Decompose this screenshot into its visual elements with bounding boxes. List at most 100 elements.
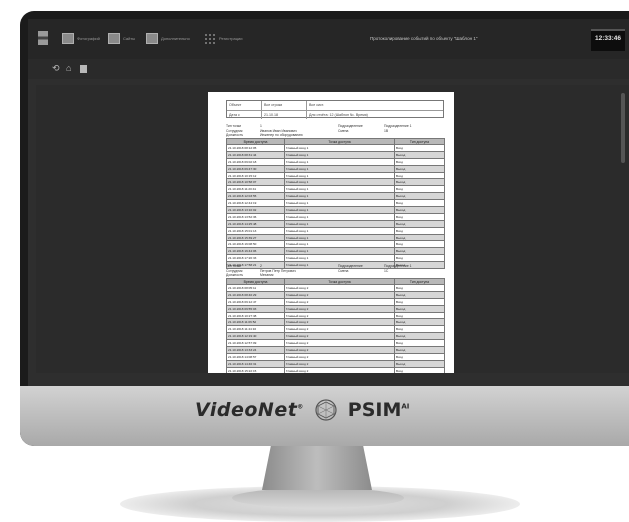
- table-cell: Главный вход 2: [284, 346, 395, 354]
- table-cell: Вход: [394, 212, 445, 221]
- monitor-base-top: [232, 488, 404, 508]
- table-cell: Главный вход 2: [284, 304, 395, 313]
- toolbar-button-label[interactable]: Фотографий: [77, 36, 100, 41]
- clock: 12:33:46: [591, 29, 625, 51]
- table-cell: Выход: [394, 346, 445, 354]
- info-label: Подразделение: [338, 264, 363, 268]
- table-row: 21.10.2018 09:02:18 Главный вход 1 Вход: [226, 157, 445, 166]
- table-cell: Главный вход 2: [284, 318, 395, 327]
- table-cell: 21.10.2018 08:12:05: [226, 144, 285, 152]
- table-row: 21.10.2018 08:40:29 Главный вход 2 Выход: [226, 290, 445, 299]
- table-row: 21.10.2018 10:15:12 Главный вход 1 Вход: [226, 171, 445, 180]
- table-cell: Вход: [394, 339, 445, 348]
- toolbar-button-label[interactable]: Дополнительно: [161, 36, 190, 41]
- table-cell: Главный вход 2: [284, 325, 395, 334]
- access-log-table: Время доступа Точка доступа Тип доступа 21…: [226, 278, 445, 373]
- table-cell: Вход: [394, 226, 445, 235]
- table-cell: Выход: [394, 192, 445, 201]
- table-row: 21.10.2018 08:12:05 Главный вход 1 Вход: [226, 144, 445, 152]
- table-cell: 21.10.2018 10:15:12: [226, 171, 285, 180]
- report-section-2: Тип точки 2 Подразделение Подразделение …: [226, 264, 445, 373]
- access-log-table: Время доступа Точка доступа Тип доступа 21…: [226, 138, 445, 270]
- table-cell: Вход: [394, 352, 445, 361]
- table-cell: 21.10.2018 12:44:19: [226, 199, 285, 208]
- table-cell: Главный вход 1: [284, 247, 395, 256]
- table-row: 21.10.2018 08:05:11 Главный вход 2 Вход: [226, 284, 445, 292]
- table-row: 21.10.2018 14:08:57 Главный вход 2 Вход: [226, 352, 445, 361]
- table-cell: 21.10.2018 09:12:47: [226, 297, 285, 306]
- toolbar-button-label[interactable]: Сайты: [123, 36, 135, 41]
- table-row: 21.10.2018 10:27:38 Главный вход 2 Вход: [226, 311, 445, 320]
- table-cell: 21.10.2018 09:47:30: [226, 164, 285, 173]
- header-cell: Все строки: [262, 101, 307, 110]
- table-cell: 21.10.2018 14:46:31: [226, 359, 285, 368]
- table-cell: 21.10.2018 11:20:41: [226, 185, 285, 194]
- table-cell: Вход: [394, 366, 445, 373]
- header-cell: Все сист.: [309, 103, 325, 108]
- top-toolbar: Фотографий Сайты Дополнительно Регистрац…: [28, 19, 629, 59]
- table-cell: 21.10.2018 15:01:13: [226, 226, 285, 235]
- table-cell: 21.10.2018 10:27:38: [226, 311, 285, 320]
- table-cell: Вход: [394, 185, 445, 194]
- info-value: Иванов Иван Иванович: [260, 128, 297, 133]
- table-cell: Выход: [394, 332, 445, 341]
- print-icon[interactable]: [108, 33, 120, 44]
- monitor-frame: Фотографий Сайты Дополнительно Регистрац…: [20, 11, 629, 446]
- table-row: 21.10.2018 09:47:30 Главный вход 1 Выход: [226, 164, 445, 173]
- grid-icon[interactable]: [204, 33, 216, 44]
- table-cell: Выход: [394, 219, 445, 228]
- table-row: 21.10.2018 12:19:40 Главный вход 2 Выход: [226, 332, 445, 341]
- table-row: 21.10.2018 17:20:33 Главный вход 1 Вход: [226, 254, 445, 263]
- table-row: 21.10.2018 11:44:16 Главный вход 2 Вход: [226, 325, 445, 334]
- table-cell: Главный вход 1: [284, 254, 395, 263]
- table-row: 21.10.2018 13:33:24 Главный вход 2 Выход: [226, 346, 445, 354]
- table-row: 21.10.2018 10:58:07 Главный вход 1 Выход: [226, 178, 445, 187]
- table-cell: Главный вход 1: [284, 233, 395, 242]
- table-cell: Выход: [394, 304, 445, 313]
- table-row: 21.10.2018 11:20:41 Главный вход 1 Вход: [226, 185, 445, 194]
- employee-info: Тип точки 1 Подразделение Подразделение …: [226, 124, 444, 138]
- header-cell: Для отчёта: 12 (Шаблон №. Время): [309, 112, 368, 117]
- table-cell: Главный вход 1: [284, 206, 395, 214]
- vertical-scrollbar[interactable]: [621, 93, 625, 163]
- table-cell: 21.10.2018 08:05:11: [226, 284, 285, 292]
- table-cell: Главный вход 1: [284, 219, 395, 228]
- table-cell: Главный вход 1: [284, 164, 395, 173]
- toolbar-button-label[interactable]: Регистрации: [219, 36, 242, 41]
- info-value: 1В: [384, 128, 389, 133]
- table-cell: 21.10.2018 14:08:57: [226, 352, 285, 361]
- home-icon[interactable]: ⌂: [66, 64, 75, 73]
- table-cell: 21.10.2018 09:55:03: [226, 304, 285, 313]
- table-cell: 21.10.2018 14:25:48: [226, 219, 285, 228]
- table-row: 21.10.2018 12:03:55 Главный вход 1 Выход: [226, 192, 445, 201]
- table-cell: Вход: [394, 297, 445, 306]
- table-cell: Главный вход 1: [284, 226, 395, 235]
- table-row: 21.10.2018 13:52:36 Главный вход 1 Вход: [226, 212, 445, 221]
- table-cell: Главный вход 1: [284, 171, 395, 180]
- rotate-left-icon[interactable]: ⟲: [52, 64, 61, 73]
- table-cell: Выход: [394, 247, 445, 256]
- table-cell: Вход: [394, 311, 445, 320]
- info-label: Должность: [226, 273, 244, 277]
- info-label: Тип точки: [226, 264, 242, 268]
- bookmark-icon[interactable]: [80, 65, 87, 73]
- table-row: 21.10.2018 12:44:19 Главный вход 1 Вход: [226, 199, 445, 208]
- table-cell: Главный вход 2: [284, 359, 395, 368]
- report-header: Объект Все строки Все сист. Дата с 21.10…: [226, 100, 444, 119]
- table-cell: Вход: [394, 171, 445, 180]
- table-cell: 21.10.2018 13:33:24: [226, 346, 285, 354]
- report-icon[interactable]: [62, 33, 74, 44]
- secondary-toolbar: [28, 59, 629, 79]
- info-value: 1С: [384, 268, 389, 273]
- table-cell: Вход: [394, 284, 445, 292]
- info-label: Сотрудник: [226, 128, 243, 133]
- table-cell: Выход: [394, 290, 445, 299]
- table-cell: 21.10.2018 13:10:02: [226, 206, 285, 214]
- table-cell: Выход: [394, 150, 445, 159]
- table-row: 21.10.2018 08:31:44 Главный вход 1 Выход: [226, 150, 445, 159]
- table-cell: Главный вход 2: [284, 297, 395, 306]
- table-cell: Вход: [394, 254, 445, 263]
- table-cell: 21.10.2018 12:57:09: [226, 339, 285, 348]
- settings-icon[interactable]: [146, 33, 158, 44]
- table-cell: Главный вход 1: [284, 157, 395, 166]
